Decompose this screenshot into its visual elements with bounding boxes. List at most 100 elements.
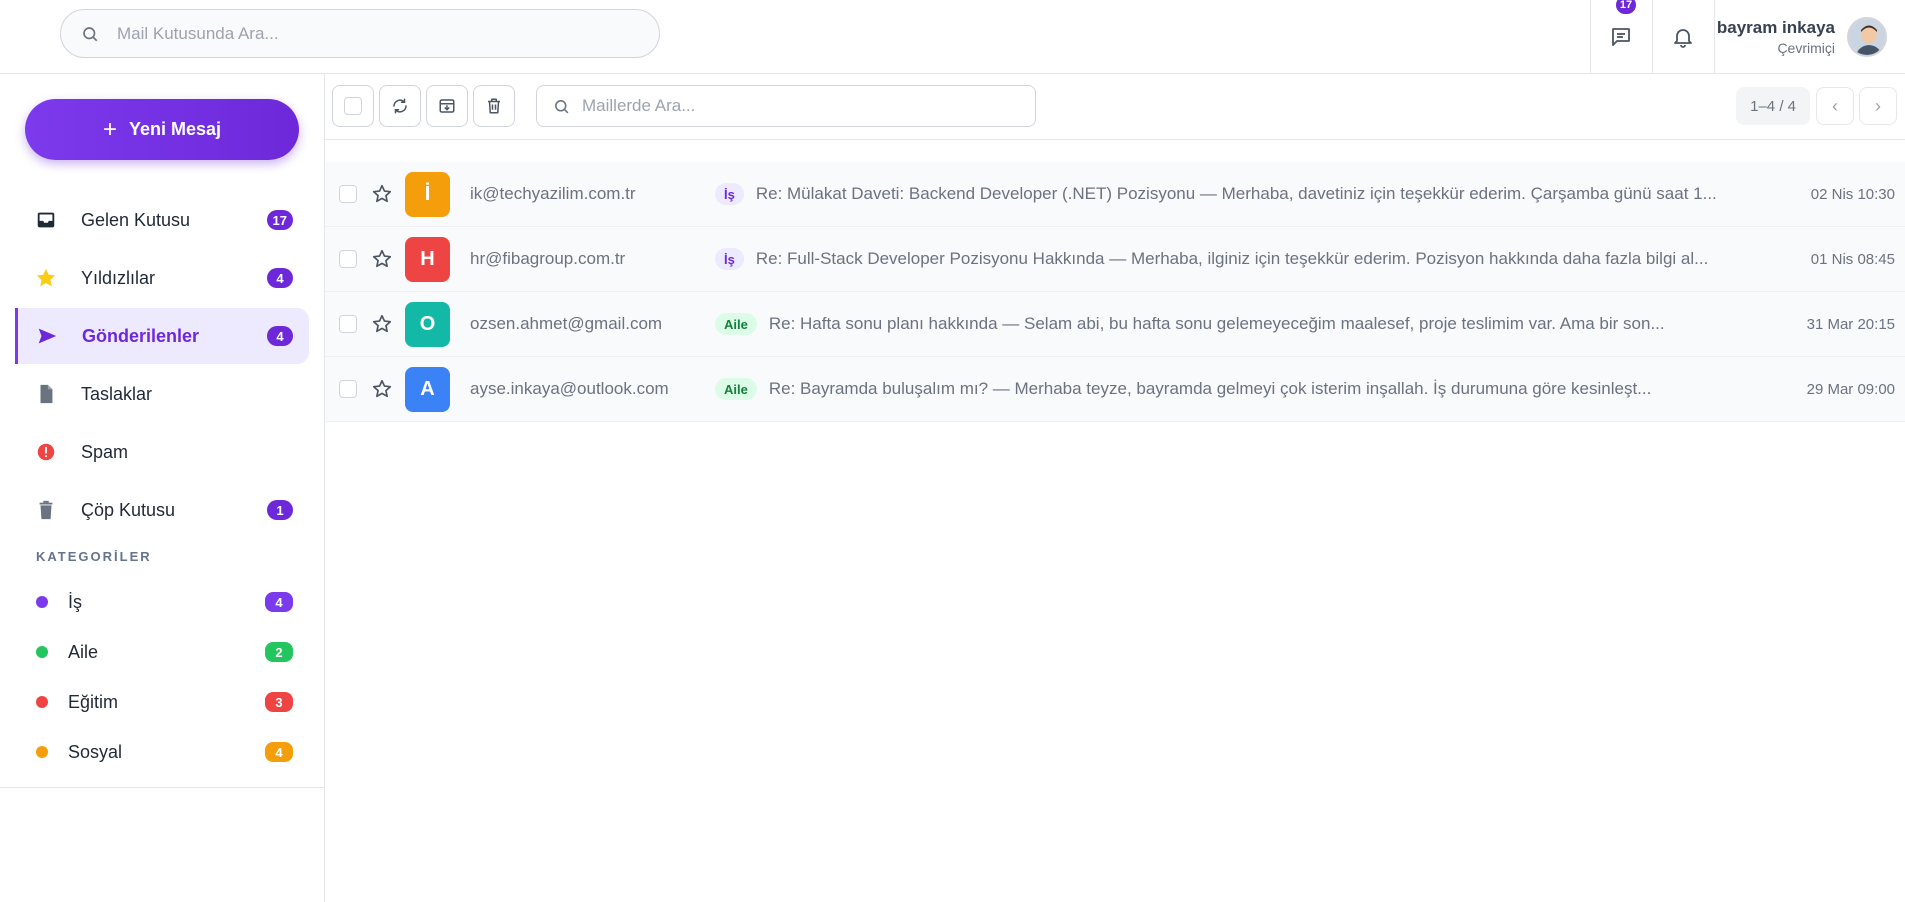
mail-main: 1–4 / 4 ‹ › İ ik@techyazilim.com.tr İş R… bbox=[325, 74, 1905, 902]
row-checkbox[interactable] bbox=[339, 250, 357, 268]
select-all-checkbox[interactable] bbox=[344, 97, 362, 115]
count-badge: 4 bbox=[267, 268, 293, 288]
star-outline-icon[interactable] bbox=[371, 378, 393, 400]
user-photo-icon bbox=[1849, 19, 1885, 55]
category-count: 4 bbox=[265, 592, 293, 612]
prev-page-button[interactable]: ‹ bbox=[1816, 87, 1854, 125]
row-checkbox[interactable] bbox=[339, 315, 357, 333]
chat-icon bbox=[1612, 28, 1631, 46]
folder-nav: Gelen Kutusu 17 Yıldızlılar 4 Gönderilen… bbox=[0, 190, 325, 540]
sidebar-item-drafts[interactable]: Taslaklar bbox=[15, 366, 309, 422]
sidebar-item-label: Spam bbox=[81, 441, 129, 462]
trash-icon bbox=[35, 499, 57, 521]
mail-search-box[interactable] bbox=[536, 85, 1036, 127]
category-tag: İş bbox=[715, 183, 744, 205]
count-badge: 1 bbox=[267, 500, 293, 520]
category-dot bbox=[36, 746, 48, 758]
sender-avatar: A bbox=[405, 366, 450, 412]
star-outline-icon[interactable] bbox=[371, 248, 393, 270]
mail-subject: Re: Mülakat Daveti: Backend Developer (.… bbox=[755, 184, 1717, 203]
category-item-egitim[interactable]: Eğitim 3 bbox=[0, 677, 325, 727]
chevron-left-icon: ‹ bbox=[1832, 95, 1838, 116]
user-menu[interactable]: bayram inkaya Çevrimiçi bbox=[1713, 0, 1905, 74]
avatar[interactable] bbox=[1847, 17, 1887, 57]
sender-email: ozsen.ahmet@gmail.com bbox=[470, 314, 663, 333]
category-tag: İş bbox=[715, 248, 744, 270]
category-label: Sosyal bbox=[68, 741, 123, 762]
mail-search-input[interactable] bbox=[582, 96, 1002, 116]
messages-badge: 17 bbox=[1615, 0, 1637, 14]
mail-row[interactable]: H hr@fibagroup.com.tr İş Re: Full-Stack … bbox=[325, 227, 1905, 292]
sidebar-item-label: Gelen Kutusu bbox=[81, 209, 191, 230]
global-search-input[interactable] bbox=[117, 23, 597, 44]
sender-avatar: O bbox=[405, 301, 450, 347]
user-name: bayram inkaya bbox=[1716, 18, 1835, 37]
category-dot bbox=[36, 596, 48, 608]
mail-toolbar: 1–4 / 4 ‹ › bbox=[325, 74, 1905, 140]
chevron-right-icon: › bbox=[1875, 95, 1881, 116]
archive-icon bbox=[439, 99, 455, 113]
sidebar: + Yeni Mesaj Gelen Kutusu 17 Yıldızlılar… bbox=[0, 74, 325, 902]
sidebar-item-trash[interactable]: Çöp Kutusu 1 bbox=[15, 482, 309, 538]
count-badge: 4 bbox=[267, 326, 293, 346]
compose-label: Yeni Mesaj bbox=[128, 119, 222, 139]
archive-button[interactable] bbox=[426, 85, 468, 127]
row-checkbox[interactable] bbox=[339, 185, 357, 203]
sidebar-item-inbox[interactable]: Gelen Kutusu 17 bbox=[15, 192, 309, 248]
category-dot bbox=[36, 696, 48, 708]
sidebar-item-starred[interactable]: Yıldızlılar 4 bbox=[15, 250, 309, 306]
category-count: 2 bbox=[265, 642, 293, 662]
global-search-box[interactable] bbox=[60, 9, 660, 58]
mail-subject: Re: Bayramda buluşalım mı? — Merhaba tey… bbox=[768, 379, 1652, 398]
category-label: İş bbox=[68, 591, 83, 612]
delete-button[interactable] bbox=[473, 85, 515, 127]
refresh-icon bbox=[393, 98, 407, 114]
next-page-button[interactable]: › bbox=[1859, 87, 1897, 125]
sidebar-item-sent[interactable]: Gönderilenler 4 bbox=[15, 308, 309, 364]
category-label: Aile bbox=[68, 641, 99, 662]
mail-row[interactable]: A ayse.inkaya@outlook.com Aile Re: Bayra… bbox=[325, 357, 1905, 422]
count-badge: 17 bbox=[266, 210, 293, 230]
messages-button[interactable]: 17 bbox=[1589, 0, 1652, 74]
star-outline-icon[interactable] bbox=[371, 313, 393, 335]
category-item-aile[interactable]: Aile 2 bbox=[0, 627, 325, 677]
refresh-button[interactable] bbox=[379, 85, 421, 127]
divider bbox=[0, 787, 325, 788]
spam-alert-icon bbox=[35, 441, 57, 463]
category-dot bbox=[36, 646, 48, 658]
sidebar-item-label: Yıldızlılar bbox=[81, 267, 156, 288]
sender-avatar: H bbox=[405, 236, 450, 282]
pagination-info: 1–4 / 4 bbox=[1736, 87, 1810, 125]
compose-button[interactable]: + Yeni Mesaj bbox=[25, 99, 299, 160]
mail-subject: Re: Full-Stack Developer Pozisyonu Hakkı… bbox=[755, 249, 1709, 268]
top-bar: 17 bayram inkaya Çevrimiçi bbox=[0, 0, 1905, 74]
inbox-icon bbox=[35, 209, 57, 231]
sidebar-item-label: Gönderilenler bbox=[82, 325, 200, 346]
sender-avatar: İ bbox=[405, 171, 450, 217]
mail-date: 02 Nis 10:30 bbox=[1810, 185, 1895, 203]
category-label: Eğitim bbox=[68, 691, 119, 712]
send-icon bbox=[36, 325, 58, 347]
search-icon bbox=[555, 99, 569, 113]
row-checkbox[interactable] bbox=[339, 380, 357, 398]
sidebar-item-label: Taslaklar bbox=[81, 383, 153, 404]
mail-subject: Re: Hafta sonu planı hakkında — Selam ab… bbox=[768, 314, 1665, 333]
mail-row[interactable]: İ ik@techyazilim.com.tr İş Re: Mülakat D… bbox=[325, 162, 1905, 227]
user-info: bayram inkaya Çevrimiçi bbox=[1717, 18, 1835, 56]
category-tag: Aile bbox=[715, 313, 757, 335]
star-icon bbox=[35, 267, 57, 289]
categories-heading: KATEGORİLER bbox=[36, 549, 152, 564]
plus-icon: + bbox=[102, 115, 117, 143]
select-all-button[interactable] bbox=[332, 85, 374, 127]
star-outline-icon[interactable] bbox=[371, 183, 393, 205]
sidebar-item-spam[interactable]: Spam bbox=[15, 424, 309, 480]
category-item-sosyal[interactable]: Sosyal 4 bbox=[0, 727, 325, 777]
mail-date: 29 Mar 09:00 bbox=[1806, 380, 1895, 398]
notifications-button[interactable] bbox=[1651, 0, 1714, 74]
category-item-is[interactable]: İş 4 bbox=[0, 577, 325, 627]
sender-email: ik@techyazilim.com.tr bbox=[470, 184, 636, 203]
trash-icon bbox=[488, 98, 500, 114]
category-tag: Aile bbox=[715, 378, 757, 400]
mail-row[interactable]: O ozsen.ahmet@gmail.com Aile Re: Hafta s… bbox=[325, 292, 1905, 357]
top-actions: 17 bayram inkaya Çevrimiçi bbox=[1589, 0, 1905, 74]
